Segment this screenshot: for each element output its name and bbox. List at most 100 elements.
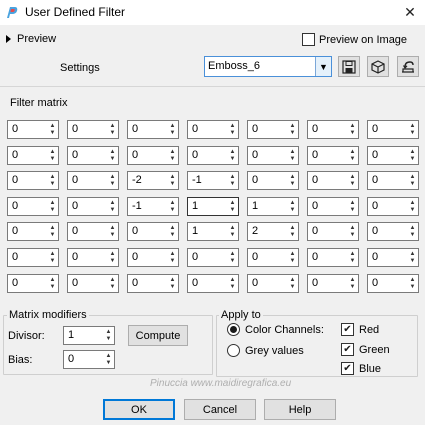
matrix-cell[interactable]: 0 ▲ ▼ [127,146,179,165]
matrix-cell-value[interactable]: 0 [72,225,78,237]
matrix-cell[interactable]: 0 ▲ ▼ [187,274,239,293]
matrix-cell-value[interactable]: 0 [72,200,78,212]
spin-arrows-icon[interactable]: ▲ ▼ [47,223,58,240]
close-button[interactable]: ✕ [395,0,425,25]
spin-arrows-icon[interactable]: ▲ ▼ [103,351,114,368]
matrix-cell-value[interactable]: 0 [372,174,378,186]
spin-arrows-icon[interactable]: ▲ ▼ [407,147,418,164]
spin-arrows-icon[interactable]: ▲ ▼ [227,121,238,138]
spin-arrows-icon[interactable]: ▲ ▼ [107,172,118,189]
matrix-cell[interactable]: 0 ▲ ▼ [367,197,419,216]
matrix-cell[interactable]: 0 ▲ ▼ [307,197,359,216]
spin-arrows-icon[interactable]: ▲ ▼ [347,172,358,189]
chevron-down-icon[interactable]: ▼ [315,57,331,76]
matrix-cell[interactable]: 0 ▲ ▼ [127,274,179,293]
matrix-cell[interactable]: 0 ▲ ▼ [7,222,59,241]
matrix-cell[interactable]: -1 ▲ ▼ [187,171,239,190]
spin-arrows-icon[interactable]: ▲ ▼ [287,275,298,292]
matrix-cell-value[interactable]: 0 [12,149,18,161]
blue-checkbox[interactable]: ✔ Blue [341,362,381,375]
spin-arrows-icon[interactable]: ▲ ▼ [407,249,418,266]
matrix-cell[interactable]: 0 ▲ ▼ [7,120,59,139]
spin-arrows-icon[interactable]: ▲ ▼ [107,223,118,240]
matrix-cell-value[interactable]: 0 [372,200,378,212]
matrix-cell-value[interactable]: 1 [192,200,198,212]
spin-arrows-icon[interactable]: ▲ ▼ [167,198,178,215]
matrix-cell-value[interactable]: 0 [192,251,198,263]
matrix-cell-value[interactable]: 0 [12,277,18,289]
ok-button[interactable]: OK [103,399,175,420]
matrix-cell-value[interactable]: 0 [72,174,78,186]
compute-button[interactable]: Compute [128,325,188,346]
matrix-cell[interactable]: 0 ▲ ▼ [7,197,59,216]
spin-arrows-icon[interactable]: ▲ ▼ [107,198,118,215]
matrix-cell[interactable]: 0 ▲ ▼ [307,120,359,139]
matrix-cell[interactable]: 2 ▲ ▼ [247,222,299,241]
spin-arrows-icon[interactable]: ▲ ▼ [167,172,178,189]
matrix-cell[interactable]: 0 ▲ ▼ [307,274,359,293]
divisor-value[interactable]: 1 [68,329,74,341]
cancel-button[interactable]: Cancel [184,399,256,420]
help-button[interactable]: Help [264,399,336,420]
reset-defaults-button[interactable] [397,56,419,77]
matrix-cell[interactable]: 0 ▲ ▼ [67,146,119,165]
spin-arrows-icon[interactable]: ▲ ▼ [287,223,298,240]
matrix-cell-value[interactable]: -2 [132,174,142,186]
matrix-cell-value[interactable]: 0 [72,123,78,135]
matrix-cell[interactable]: 0 ▲ ▼ [307,248,359,267]
checkmark-icon[interactable]: ✔ [341,362,354,375]
spin-arrows-icon[interactable]: ▲ ▼ [47,275,58,292]
checkmark-icon[interactable]: ✔ [341,323,354,336]
matrix-cell-value[interactable]: -1 [192,174,202,186]
spin-arrows-icon[interactable]: ▲ ▼ [107,147,118,164]
spin-arrows-icon[interactable]: ▲ ▼ [167,147,178,164]
matrix-cell[interactable]: 1 ▲ ▼ [187,222,239,241]
matrix-cell[interactable]: 0 ▲ ▼ [7,274,59,293]
matrix-cell-value[interactable]: 0 [72,251,78,263]
matrix-cell[interactable]: 0 ▲ ▼ [187,120,239,139]
matrix-cell[interactable]: 0 ▲ ▼ [247,248,299,267]
radio-unselected-icon[interactable] [227,344,240,357]
matrix-cell-value[interactable]: 0 [252,149,258,161]
matrix-cell-value[interactable]: 0 [312,277,318,289]
matrix-cell[interactable]: 0 ▲ ▼ [187,146,239,165]
matrix-cell[interactable]: 0 ▲ ▼ [67,120,119,139]
spin-arrows-icon[interactable]: ▲ ▼ [227,147,238,164]
matrix-cell[interactable]: 0 ▲ ▼ [187,248,239,267]
grey-values-radio[interactable]: Grey values [227,344,304,357]
checkmark-icon[interactable]: ✔ [341,343,354,356]
matrix-cell-value[interactable]: 0 [372,225,378,237]
matrix-cell[interactable]: 1 ▲ ▼ [247,197,299,216]
matrix-cell-value[interactable]: 1 [192,225,198,237]
matrix-cell[interactable]: 0 ▲ ▼ [247,120,299,139]
spin-arrows-icon[interactable]: ▲ ▼ [287,249,298,266]
matrix-cell-value[interactable]: 0 [252,174,258,186]
matrix-cell-value[interactable]: 0 [192,123,198,135]
color-channels-radio[interactable]: Color Channels: [227,323,324,336]
spin-arrows-icon[interactable]: ▲ ▼ [107,249,118,266]
matrix-cell-value[interactable]: 0 [312,149,318,161]
spin-arrows-icon[interactable]: ▲ ▼ [227,172,238,189]
matrix-cell[interactable]: 0 ▲ ▼ [367,222,419,241]
matrix-cell-value[interactable]: 0 [312,225,318,237]
spin-arrows-icon[interactable]: ▲ ▼ [407,275,418,292]
spin-arrows-icon[interactable]: ▲ ▼ [107,121,118,138]
matrix-cell-value[interactable]: 0 [72,149,78,161]
matrix-cell-value[interactable]: 0 [12,251,18,263]
spin-arrows-icon[interactable]: ▲ ▼ [347,249,358,266]
matrix-cell[interactable]: 0 ▲ ▼ [307,171,359,190]
spin-arrows-icon[interactable]: ▲ ▼ [407,121,418,138]
spin-arrows-icon[interactable]: ▲ ▼ [227,223,238,240]
matrix-cell-value[interactable]: 0 [312,174,318,186]
spin-arrows-icon[interactable]: ▲ ▼ [167,249,178,266]
matrix-cell[interactable]: 0 ▲ ▼ [307,222,359,241]
spin-arrows-icon[interactable]: ▲ ▼ [287,172,298,189]
spin-arrows-icon[interactable]: ▲ ▼ [227,198,238,215]
divisor-stepper[interactable]: 1 ▲ ▼ [63,326,115,345]
spin-arrows-icon[interactable]: ▲ ▼ [167,275,178,292]
spin-arrows-icon[interactable]: ▲ ▼ [347,223,358,240]
matrix-cell-value[interactable]: 2 [252,225,258,237]
spin-arrows-icon[interactable]: ▲ ▼ [287,147,298,164]
matrix-cell-value[interactable]: 0 [72,277,78,289]
matrix-cell-value[interactable]: 0 [372,123,378,135]
